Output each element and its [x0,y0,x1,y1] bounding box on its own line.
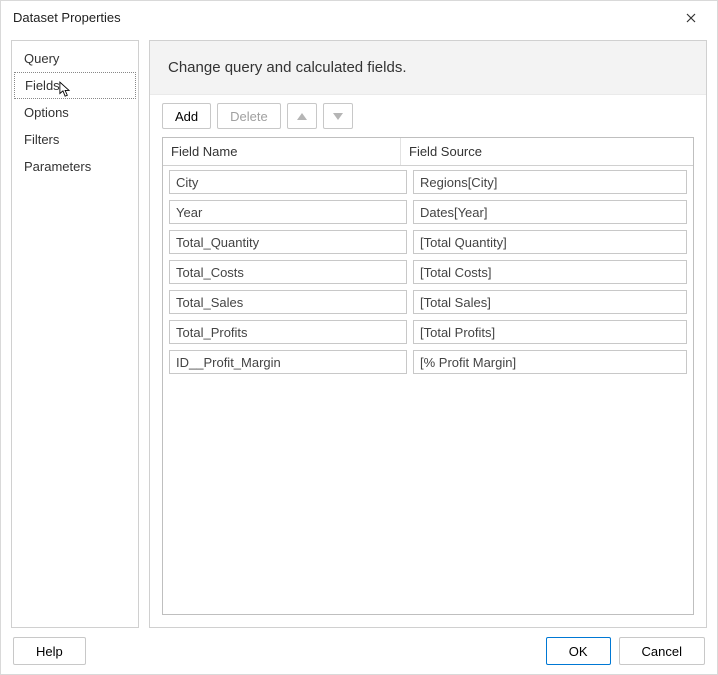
field-source-input[interactable] [413,230,687,254]
table-row [169,230,687,254]
dialog-body: Query Fields Options Filters Parameters … [1,34,717,628]
dialog-dataset-properties: Dataset Properties Query Fields Options … [0,0,718,675]
sidebar-item-query[interactable]: Query [12,45,138,72]
panel-heading: Change query and calculated fields. [150,41,706,95]
delete-button[interactable]: Delete [217,103,281,129]
sidebar-item-label: Options [24,105,69,120]
sidebar-item-label: Fields [25,78,60,93]
field-source-input[interactable] [413,170,687,194]
add-button[interactable]: Add [162,103,211,129]
sidebar-item-label: Filters [24,132,59,147]
sidebar-item-parameters[interactable]: Parameters [12,153,138,180]
table-row [169,290,687,314]
table-row [169,170,687,194]
cursor-icon [59,81,73,99]
field-source-input[interactable] [413,350,687,374]
field-source-input[interactable] [413,320,687,344]
sidebar-item-fields[interactable]: Fields [14,72,136,99]
field-name-input[interactable] [169,350,407,374]
column-header-field-name[interactable]: Field Name [163,138,401,165]
dialog-footer: Help OK Cancel [1,628,717,674]
arrow-up-icon [297,113,307,120]
cancel-button[interactable]: Cancel [619,637,705,665]
field-name-input[interactable] [169,260,407,284]
field-source-input[interactable] [413,260,687,284]
titlebar: Dataset Properties [1,1,717,34]
sidebar-item-label: Parameters [24,159,91,174]
table-row [169,320,687,344]
table-row [169,200,687,224]
window-title: Dataset Properties [13,10,121,25]
sidebar-item-label: Query [24,51,59,66]
fields-grid: Field Name Field Source [162,137,694,615]
close-button[interactable] [673,3,709,33]
sidebar-item-options[interactable]: Options [12,99,138,126]
sidebar: Query Fields Options Filters Parameters [11,40,139,628]
field-source-input[interactable] [413,200,687,224]
close-icon [686,13,696,23]
column-header-field-source[interactable]: Field Source [401,138,693,165]
move-up-button[interactable] [287,103,317,129]
field-name-input[interactable] [169,170,407,194]
field-name-input[interactable] [169,320,407,344]
table-row [169,260,687,284]
grid-header: Field Name Field Source [163,138,693,166]
field-name-input[interactable] [169,290,407,314]
grid-rows [163,166,693,378]
toolbar: Add Delete [150,95,706,133]
help-button[interactable]: Help [13,637,86,665]
arrow-down-icon [333,113,343,120]
ok-button[interactable]: OK [546,637,611,665]
move-down-button[interactable] [323,103,353,129]
table-row [169,350,687,374]
sidebar-item-filters[interactable]: Filters [12,126,138,153]
field-source-input[interactable] [413,290,687,314]
field-name-input[interactable] [169,200,407,224]
main-panel: Change query and calculated fields. Add … [149,40,707,628]
field-name-input[interactable] [169,230,407,254]
